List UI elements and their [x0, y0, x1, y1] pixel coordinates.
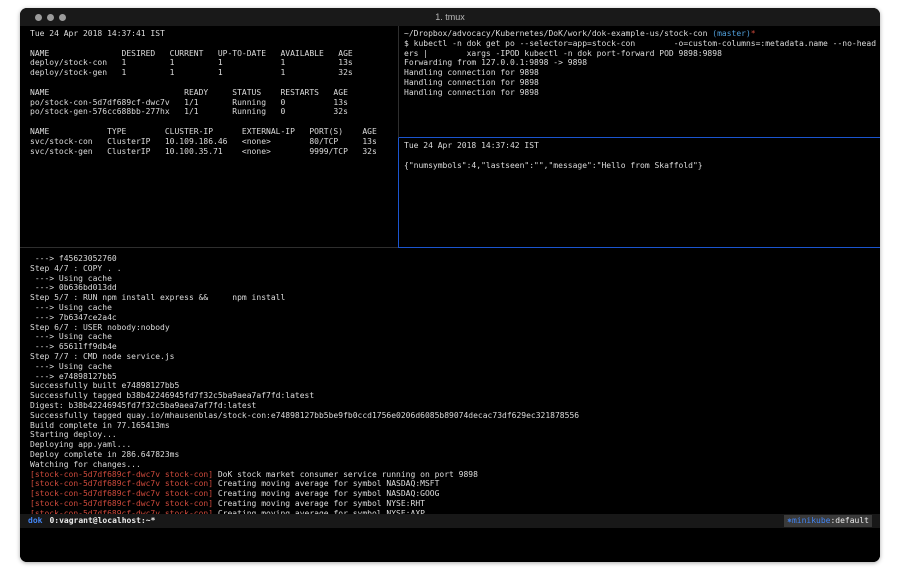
deploy-table-row: deploy/stock-gen 1 1 1 1 32s — [30, 68, 394, 78]
shell-prompt-path: ~/Dropbox/advocacy/Kubernetes/DoK/work/d… — [404, 29, 878, 39]
timestamp: Tue 24 Apr 2018 14:37:42 IST — [404, 141, 878, 151]
build-log-line: Starting deploy... — [30, 430, 878, 440]
pod-log-prefix: [stock-con-5d7df689cf-dwc7v stock-con] — [30, 479, 218, 488]
pane-divider-active — [398, 247, 880, 248]
pod-log-line: [stock-con-5d7df689cf-dwc7v stock-con] C… — [30, 499, 878, 509]
pod-table-row: po/stock-con-5d7df689cf-dwc7v 1/1 Runnin… — [30, 98, 394, 108]
pane-skaffold-build-log[interactable]: ---> f45623052760 Step 4/7 : COPY . . --… — [20, 248, 880, 514]
window-title: 1. tmux — [20, 12, 880, 22]
pod-log-prefix: [stock-con-5d7df689cf-dwc7v stock-con] — [30, 509, 218, 514]
pane-service-response[interactable]: Tue 24 Apr 2018 14:37:42 IST {"numsymbol… — [398, 138, 880, 247]
cwd-text: ~/Dropbox/advocacy/Kubernetes/DoK/work/d… — [404, 29, 712, 38]
blank-line — [30, 78, 394, 88]
build-log-line: Build complete in 77.165413ms — [30, 421, 878, 431]
output-line: Forwarding from 127.0.0.1:9898 -> 9898 — [404, 58, 878, 68]
pod-table-row: po/stock-gen-576cc688bb-277hx 1/1 Runnin… — [30, 107, 394, 117]
build-log-line: Step 6/7 : USER nobody:nobody — [30, 323, 878, 333]
build-log-line: Step 5/7 : RUN npm install express && np… — [30, 293, 878, 303]
build-log-line: Deploying app.yaml... — [30, 440, 878, 450]
kube-namespace: :default — [830, 516, 869, 526]
git-branch: (master) — [712, 29, 751, 38]
build-log-line: Watching for changes... — [30, 460, 878, 470]
deploy-table-row: deploy/stock-con 1 1 1 1 13s — [30, 58, 394, 68]
right-pane-column: ~/Dropbox/advocacy/Kubernetes/DoK/work/d… — [398, 26, 880, 247]
pod-log-message: Creating moving average for symbol NYSE:… — [218, 509, 425, 514]
build-log-line: Successfully tagged quay.io/mhausenblas/… — [30, 411, 878, 421]
timestamp: Tue 24 Apr 2018 14:37:41 IST — [30, 29, 394, 39]
kube-context-chip: ⎈ minikube :default — [784, 515, 872, 527]
output-line: Handling connection for 9898 — [404, 88, 878, 98]
deploy-table-header: NAME DESIRED CURRENT UP-TO-DATE AVAILABL… — [30, 49, 394, 59]
build-log-line: Deploy complete in 286.647823ms — [30, 450, 878, 460]
output-line: Handling connection for 9898 — [404, 78, 878, 88]
svc-table-header: NAME TYPE CLUSTER-IP EXTERNAL-IP PORT(S)… — [30, 127, 394, 137]
pane-port-forward[interactable]: ~/Dropbox/advocacy/Kubernetes/DoK/work/d… — [398, 26, 880, 138]
pod-log-prefix: [stock-con-5d7df689cf-dwc7v stock-con] — [30, 470, 218, 479]
pod-log-message: Creating moving average for symbol NASDA… — [218, 479, 440, 488]
pod-log-prefix: [stock-con-5d7df689cf-dwc7v stock-con] — [30, 489, 218, 498]
top-pane-row: Tue 24 Apr 2018 14:37:41 IST NAME DESIRE… — [20, 26, 880, 247]
build-log-line: ---> Using cache — [30, 274, 878, 284]
build-log-line: Successfully tagged b38b42246945fd7f32c5… — [30, 391, 878, 401]
build-log-line: ---> Using cache — [30, 332, 878, 342]
pod-log-message: DoK stock market consumer service runnin… — [218, 470, 478, 479]
pod-log-message: Creating moving average for symbol NASDA… — [218, 489, 440, 498]
build-log-line: ---> 65611ff9db4e — [30, 342, 878, 352]
git-dirty-marker: * — [751, 29, 756, 38]
build-log-line: ---> 7b6347ce2a4c — [30, 313, 878, 323]
session-name: dok — [28, 516, 42, 526]
desktop-background: 1. tmux Tue 24 Apr 2018 14:37:41 IST NAM… — [0, 0, 900, 574]
terminal-window: 1. tmux Tue 24 Apr 2018 14:37:41 IST NAM… — [20, 8, 880, 562]
build-log-line: ---> Using cache — [30, 362, 878, 372]
pane-divider-inactive — [20, 247, 398, 248]
build-log-line: Successfully built e74898127bb5 — [30, 381, 878, 391]
build-log-line: Digest: b38b42246945fd7f32c5ba9aea7af7fd… — [30, 401, 878, 411]
pod-log-line: [stock-con-5d7df689cf-dwc7v stock-con] C… — [30, 479, 878, 489]
pod-log-line: [stock-con-5d7df689cf-dwc7v stock-con] D… — [30, 470, 878, 480]
command-line: $ kubectl -n dok get po --selector=app=s… — [404, 39, 878, 49]
pod-table-header: NAME READY STATUS RESTARTS AGE — [30, 88, 394, 98]
pod-log-message: Creating moving average for symbol NYSE:… — [218, 499, 425, 508]
blank-line — [404, 151, 878, 161]
svc-table-row: svc/stock-gen ClusterIP 10.100.35.71 <no… — [30, 147, 394, 157]
build-log-line: ---> 0b636bd013dd — [30, 283, 878, 293]
build-log-line: Step 4/7 : COPY . . — [30, 264, 878, 274]
json-response: {"numsymbols":4,"lastseen":"","message":… — [404, 161, 878, 171]
blank-line — [30, 117, 394, 127]
pod-log-prefix: [stock-con-5d7df689cf-dwc7v stock-con] — [30, 499, 218, 508]
output-line: Handling connection for 9898 — [404, 68, 878, 78]
build-log-line: Step 7/7 : CMD node service.js — [30, 352, 878, 362]
kube-context-name: minikube — [792, 516, 831, 526]
window-list-item[interactable]: 0:vagrant@localhost:~* — [49, 516, 155, 526]
build-log-line: ---> Using cache — [30, 303, 878, 313]
tmux-status-bar: dok 0:vagrant@localhost:~* ⎈ minikube :d… — [20, 514, 880, 528]
tmux-terminal: Tue 24 Apr 2018 14:37:41 IST NAME DESIRE… — [20, 26, 880, 562]
build-log-line: ---> f45623052760 — [30, 254, 878, 264]
pod-log-line: [stock-con-5d7df689cf-dwc7v stock-con] C… — [30, 489, 878, 499]
command-line: ers | xargs -IPOD kubectl -n dok port-fo… — [404, 49, 878, 59]
pane-divider[interactable] — [20, 247, 880, 248]
blank-line — [30, 39, 394, 49]
build-log-line: ---> e74898127bb5 — [30, 372, 878, 382]
titlebar[interactable]: 1. tmux — [20, 8, 880, 26]
pane-kubectl-watch[interactable]: Tue 24 Apr 2018 14:37:41 IST NAME DESIRE… — [20, 26, 398, 247]
svc-table-row: svc/stock-con ClusterIP 10.109.186.46 <n… — [30, 137, 394, 147]
